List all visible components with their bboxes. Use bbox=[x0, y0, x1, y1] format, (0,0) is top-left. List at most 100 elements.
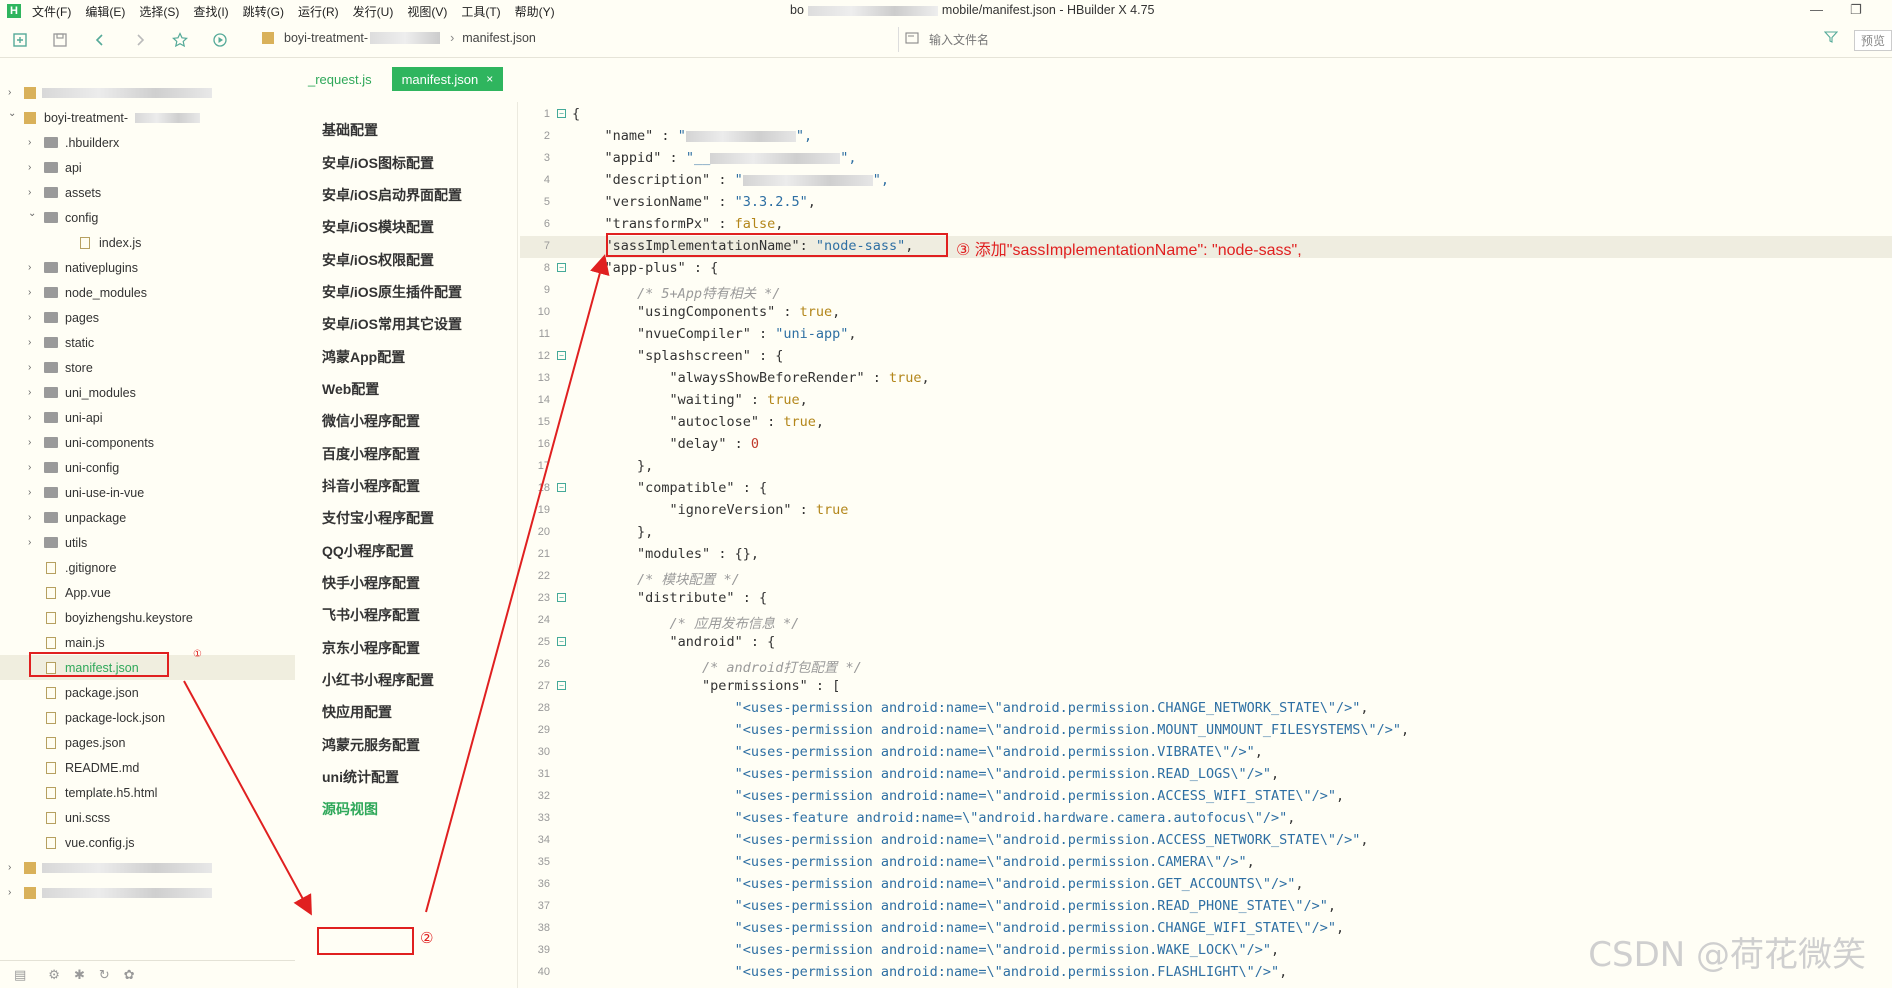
collapsed-project-row[interactable]: › bbox=[0, 855, 295, 880]
config-nav-item[interactable]: 安卓/iOS模块配置 bbox=[322, 217, 434, 237]
back-icon[interactable] bbox=[88, 28, 112, 52]
menu-view[interactable]: 视图(V) bbox=[400, 3, 454, 20]
chevron-right-icon[interactable]: › bbox=[28, 362, 40, 373]
config-nav-item[interactable]: 抖音小程序配置 bbox=[322, 476, 420, 496]
preview-button[interactable]: 预览 bbox=[1853, 30, 1892, 51]
tree-item-vue-config-js[interactable]: vue.config.js bbox=[0, 830, 295, 855]
chevron-right-icon[interactable]: › bbox=[28, 537, 40, 548]
fold-toggle-icon[interactable]: − bbox=[557, 637, 566, 646]
tree-item-uni-scss[interactable]: uni.scss bbox=[0, 805, 295, 830]
config-nav-item[interactable]: 京东小程序配置 bbox=[322, 638, 420, 658]
tree-item-uni-components[interactable]: › uni-components bbox=[0, 430, 295, 455]
code-line[interactable]: 35 "<uses-permission android:name=\"andr… bbox=[520, 852, 1892, 874]
code-line[interactable]: 12− "splashscreen" : { bbox=[520, 346, 1892, 368]
history-icon[interactable]: ↻ bbox=[99, 967, 110, 983]
menu-help[interactable]: 帮助(Y) bbox=[508, 3, 562, 20]
tree-item-boyizhengshu-keystore[interactable]: boyizhengshu.keystore bbox=[0, 605, 295, 630]
code-line[interactable]: 8− "app-plus" : { bbox=[520, 258, 1892, 280]
config-nav-item[interactable]: 鸿蒙元服务配置 bbox=[322, 735, 420, 755]
config-nav-item[interactable]: 微信小程序配置 bbox=[322, 411, 420, 431]
file-search-input[interactable] bbox=[929, 32, 1629, 47]
tree-item-template-h5-html[interactable]: template.h5.html bbox=[0, 780, 295, 805]
menu-tools[interactable]: 工具(T) bbox=[454, 3, 507, 20]
tree-item-nativeplugins[interactable]: › nativeplugins bbox=[0, 255, 295, 280]
config-nav-item[interactable]: 鸿蒙App配置 bbox=[322, 347, 405, 367]
tree-item-gitignore[interactable]: .gitignore bbox=[0, 555, 295, 580]
filter-icon[interactable] bbox=[1823, 30, 1839, 47]
code-line[interactable]: 4 "description" : " ", bbox=[520, 170, 1892, 192]
config-nav-item[interactable]: 安卓/iOS原生插件配置 bbox=[322, 282, 462, 302]
menu-run[interactable]: 运行(R) bbox=[291, 3, 346, 20]
chevron-right-icon[interactable]: › bbox=[8, 862, 20, 873]
code-line[interactable]: 20 }, bbox=[520, 522, 1892, 544]
menu-publish[interactable]: 发行(U) bbox=[346, 3, 401, 20]
code-line[interactable]: 15 "autoclose" : true, bbox=[520, 412, 1892, 434]
extension-icon[interactable]: ✿ bbox=[124, 967, 135, 983]
breadcrumb-file[interactable]: manifest.json bbox=[462, 31, 536, 45]
chevron-right-icon[interactable]: › bbox=[28, 262, 40, 273]
code-line[interactable]: 16 "delay" : 0 bbox=[520, 434, 1892, 456]
tree-item-pages-json[interactable]: pages.json bbox=[0, 730, 295, 755]
fold-toggle-icon[interactable]: − bbox=[557, 109, 566, 118]
config-nav-item[interactable]: 安卓/iOS常用其它设置 bbox=[322, 314, 462, 334]
code-line[interactable]: 24 /* 应用发布信息 */ bbox=[520, 610, 1892, 632]
chevron-right-icon[interactable]: › bbox=[28, 162, 40, 173]
chevron-right-icon[interactable]: › bbox=[28, 412, 40, 423]
config-nav-item[interactable]: 快应用配置 bbox=[322, 702, 392, 722]
code-line[interactable]: 1−{ bbox=[520, 104, 1892, 126]
chevron-right-icon[interactable]: › bbox=[8, 887, 20, 898]
config-nav-item[interactable]: 基础配置 bbox=[322, 120, 378, 140]
code-line[interactable]: 9 /* 5+App特有相关 */ bbox=[520, 280, 1892, 302]
code-line[interactable]: 30 "<uses-permission android:name=\"andr… bbox=[520, 742, 1892, 764]
breadcrumb-project[interactable]: boyi-treatment- bbox=[284, 31, 368, 45]
config-nav-item[interactable]: 安卓/iOS启动界面配置 bbox=[322, 185, 462, 205]
fold-toggle-icon[interactable]: − bbox=[557, 593, 566, 602]
plugin-icon[interactable]: ⚙ bbox=[48, 967, 60, 983]
forward-icon[interactable] bbox=[128, 28, 152, 52]
config-nav-item[interactable]: 支付宝小程序配置 bbox=[322, 508, 434, 528]
save-icon[interactable] bbox=[48, 28, 72, 52]
config-nav-item[interactable]: 百度小程序配置 bbox=[322, 444, 420, 464]
fold-toggle-icon[interactable]: − bbox=[557, 351, 566, 360]
tree-item-uni-api[interactable]: › uni-api bbox=[0, 405, 295, 430]
code-line[interactable]: 31 "<uses-permission android:name=\"andr… bbox=[520, 764, 1892, 786]
code-line[interactable]: 32 "<uses-permission android:name=\"andr… bbox=[520, 786, 1892, 808]
menu-edit[interactable]: 编辑(E) bbox=[78, 3, 132, 20]
code-line[interactable]: 21 "modules" : {}, bbox=[520, 544, 1892, 566]
code-line[interactable]: 25− "android" : { bbox=[520, 632, 1892, 654]
code-line[interactable]: 17 }, bbox=[520, 456, 1892, 478]
code-line[interactable]: 2 "name" : " ", bbox=[520, 126, 1892, 148]
code-line[interactable]: 36 "<uses-permission android:name=\"andr… bbox=[520, 874, 1892, 896]
config-nav-item[interactable]: 快手小程序配置 bbox=[322, 573, 420, 593]
tree-item-index-js[interactable]: index.js bbox=[0, 230, 295, 255]
close-icon[interactable]: × bbox=[486, 72, 493, 86]
tab-manifest-json[interactable]: manifest.json × bbox=[391, 67, 504, 91]
config-nav-item[interactable]: QQ小程序配置 bbox=[322, 541, 414, 561]
config-nav-item[interactable]: 安卓/iOS图标配置 bbox=[322, 153, 434, 173]
config-nav-item[interactable]: Web配置 bbox=[322, 379, 379, 399]
code-line[interactable]: 10 "usingComponents" : true, bbox=[520, 302, 1892, 324]
chevron-right-icon[interactable]: › bbox=[28, 187, 40, 198]
code-line[interactable]: 11 "nvueCompiler" : "uni-app", bbox=[520, 324, 1892, 346]
project-manager-icon[interactable]: ▤ bbox=[14, 967, 26, 983]
fold-toggle-icon[interactable]: − bbox=[557, 483, 566, 492]
code-line[interactable]: 28 "<uses-permission android:name=\"andr… bbox=[520, 698, 1892, 720]
collapsed-project-row[interactable]: › bbox=[0, 880, 295, 905]
chevron-right-icon[interactable]: › bbox=[28, 337, 40, 348]
code-line[interactable]: 27− "permissions" : [ bbox=[520, 676, 1892, 698]
chevron-right-icon[interactable]: › bbox=[28, 512, 40, 523]
code-line[interactable]: 3 "appid" : "__ ", bbox=[520, 148, 1892, 170]
code-line[interactable]: 26 /* android打包配置 */ bbox=[520, 654, 1892, 676]
tree-item-api[interactable]: › api bbox=[0, 155, 295, 180]
tree-item-static[interactable]: › static bbox=[0, 330, 295, 355]
menu-find[interactable]: 查找(I) bbox=[186, 3, 235, 20]
tree-item-package-lock-json[interactable]: package-lock.json bbox=[0, 705, 295, 730]
menu-goto[interactable]: 跳转(G) bbox=[236, 3, 291, 20]
tree-item-uni-use-in-vue[interactable]: › uni-use-in-vue bbox=[0, 480, 295, 505]
tab-request-js[interactable]: _request.js bbox=[298, 67, 382, 91]
code-line[interactable]: 13 "alwaysShowBeforeRender" : true, bbox=[520, 368, 1892, 390]
tree-item-unpackage[interactable]: › unpackage bbox=[0, 505, 295, 530]
chevron-right-icon[interactable]: › bbox=[28, 387, 40, 398]
tree-item-utils[interactable]: › utils bbox=[0, 530, 295, 555]
config-nav-item[interactable]: uni统计配置 bbox=[322, 767, 399, 787]
